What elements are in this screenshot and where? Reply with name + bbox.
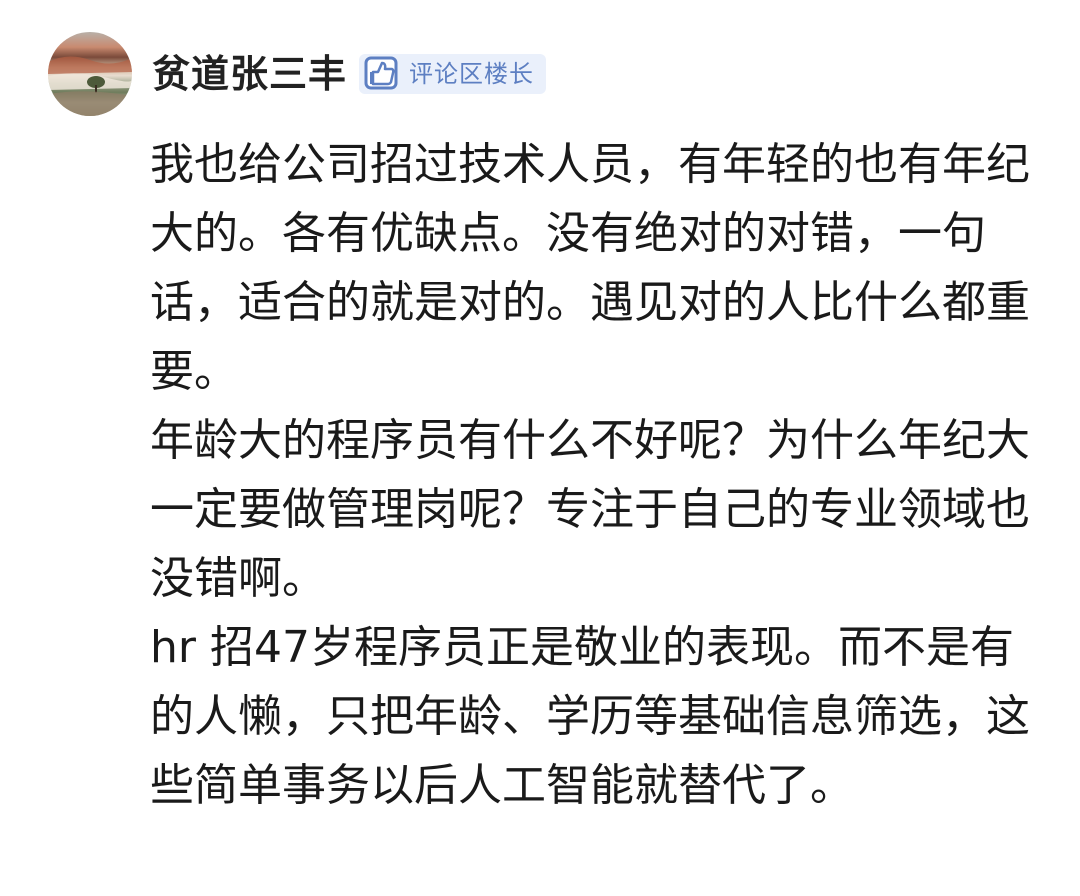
avatar[interactable]: [48, 32, 132, 116]
badge-label: 评论区楼长: [409, 60, 535, 88]
comment-paragraph: hr 招47岁程序员正是敬业的表现。而不是有的人懒，只把年龄、学历等基础信息筛选…: [150, 622, 1030, 811]
thumbs-up-icon: [364, 56, 398, 90]
landscape-avatar-image: [48, 56, 132, 116]
comment-card: 贫道张三丰 评论区楼长 我也给公司招过技术人员，有年轻的也有年纪大的。各有优缺点…: [0, 0, 1080, 896]
author-name[interactable]: 贫道张三丰: [152, 44, 347, 104]
comment-paragraph: 年龄大的程序员有什么不好呢？为什么年纪大一定要做管理岗呢？专注于自己的专业领域也…: [150, 415, 1030, 604]
comment-paragraph: 我也给公司招过技术人员，有年轻的也有年纪大的。各有优缺点。没有绝对的对错，一句话…: [150, 139, 1030, 397]
floor-leader-badge[interactable]: 评论区楼长: [359, 54, 547, 94]
author-row: 贫道张三丰 评论区楼长: [152, 44, 547, 104]
comment-body: 我也给公司招过技术人员，有年轻的也有年纪大的。各有优缺点。没有绝对的对错，一句话…: [150, 130, 1030, 820]
